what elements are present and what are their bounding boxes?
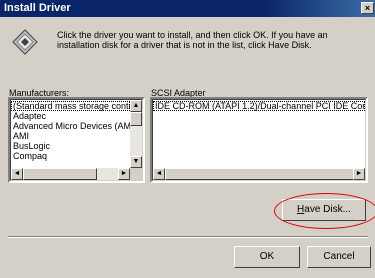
scroll-left-icon[interactable]: ◄ (153, 168, 165, 180)
manufacturer-item[interactable]: AMI (11, 131, 130, 141)
separator (8, 236, 368, 238)
manufacturer-item[interactable]: Compaq (11, 151, 130, 161)
title-bar[interactable]: Install Driver × (0, 0, 375, 17)
manufacturer-item[interactable]: (Standard mass storage controllers) (11, 101, 130, 111)
scroll-thumb[interactable] (165, 168, 355, 180)
scroll-down-icon[interactable]: ▼ (130, 156, 142, 168)
highlight-ellipse (274, 193, 375, 229)
window-title: Install Driver (4, 2, 71, 14)
cancel-button[interactable]: Cancel (307, 246, 371, 268)
ok-button[interactable]: OK (234, 246, 300, 268)
manufacturers-list[interactable]: (Standard mass storage controllers) Adap… (8, 97, 145, 183)
manufacturer-item[interactable]: BusLogic (11, 141, 130, 151)
scsi-adapter-list[interactable]: IDE CD-ROM (ATAPI 1.2)/Dual-channel PCI … (150, 97, 368, 183)
scroll-right-icon[interactable]: ► (118, 168, 130, 180)
adapter-item[interactable]: IDE CD-ROM (ATAPI 1.2)/Dual-channel PCI … (153, 101, 365, 111)
instructions-text: Click the driver you want to install, an… (57, 30, 328, 50)
scroll-thumb[interactable] (23, 168, 97, 180)
disk-icon (12, 29, 38, 55)
manufacturer-item[interactable]: Advanced Micro Devices (AMD) (11, 121, 130, 131)
scroll-thumb[interactable] (130, 112, 142, 126)
manufacturer-item[interactable]: Adaptec (11, 111, 130, 121)
manufacturers-hscroll[interactable]: ◄ ► (11, 168, 130, 180)
scsi-hscroll[interactable]: ◄ ► (153, 168, 365, 180)
scroll-up-icon[interactable]: ▲ (130, 100, 142, 112)
scroll-left-icon[interactable]: ◄ (11, 168, 23, 180)
close-button[interactable]: × (361, 2, 374, 14)
manufacturers-vscroll[interactable]: ▲ ▼ (130, 100, 142, 168)
scroll-corner (130, 168, 142, 180)
scroll-right-icon[interactable]: ► (353, 168, 365, 180)
